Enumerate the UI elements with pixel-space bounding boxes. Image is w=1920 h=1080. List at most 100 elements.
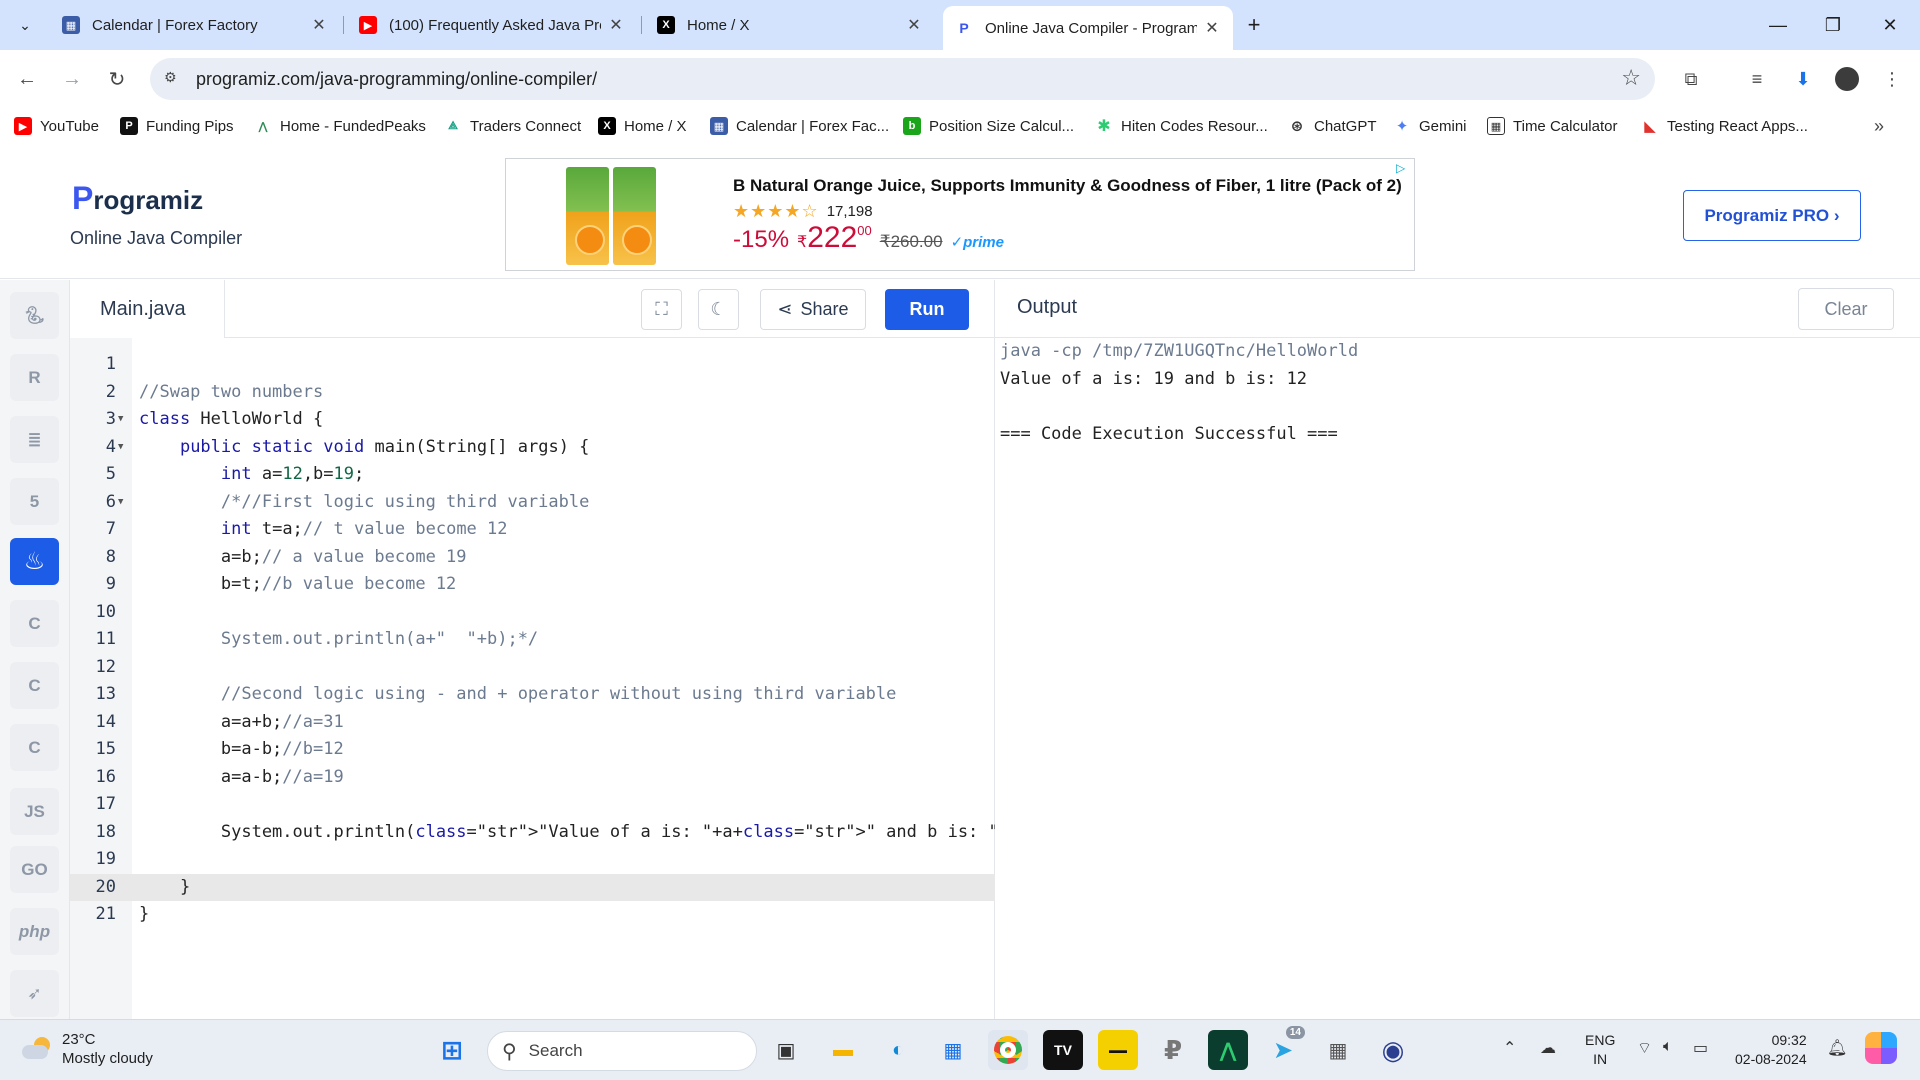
python-icon[interactable]: 🐍︎ xyxy=(10,292,59,339)
bookmark-chatgpt[interactable]: ⊛ ChatGPT xyxy=(1288,114,1377,138)
output-console[interactable]: java -cp /tmp/7ZW1UGQTnc/HelloWorld Value… xyxy=(1000,338,1358,448)
bookmark-testing-react[interactable]: ◣ Testing React Apps... xyxy=(1641,114,1808,138)
volume-icon[interactable]: 🔈︎ xyxy=(1663,1038,1673,1056)
js-icon[interactable]: JS xyxy=(10,788,59,835)
close-tab-icon[interactable]: ✕ xyxy=(607,15,625,35)
url-text[interactable]: programiz.com/java-programming/online-co… xyxy=(196,69,597,90)
bookmark-hiten-codes[interactable]: ✱ Hiten Codes Resour... xyxy=(1095,114,1268,138)
wifi-icon[interactable]: ⌔ xyxy=(1637,1038,1652,1058)
cpp-icon[interactable]: C xyxy=(10,662,59,709)
go-icon[interactable]: GO xyxy=(10,846,59,893)
code-line[interactable]: 12 xyxy=(70,654,995,682)
bookmark-x[interactable]: X Home / X xyxy=(598,114,687,138)
code-line[interactable]: 8 a=b;// a value become 19 xyxy=(70,544,995,572)
clear-button[interactable]: Clear xyxy=(1798,288,1894,330)
forward-icon[interactable]: → xyxy=(55,62,89,96)
tab-search-chevron-icon[interactable]: ⌄ xyxy=(10,10,40,40)
share-button[interactable]: ⋖ Share xyxy=(760,289,866,330)
sql-icon[interactable]: ≣ xyxy=(10,416,59,463)
close-tab-icon[interactable]: ✕ xyxy=(1203,18,1221,38)
weather-widget[interactable]: 23°C Mostly cloudy xyxy=(22,1030,153,1068)
file-tab[interactable]: Main.java xyxy=(70,280,225,338)
code-line[interactable]: 21} xyxy=(70,901,995,929)
programiz-pro-button[interactable]: Programiz PRO › xyxy=(1683,190,1861,241)
microsoft-store-icon[interactable]: ▦ xyxy=(933,1030,973,1070)
back-icon[interactable]: ← xyxy=(10,62,44,96)
advertisement-banner[interactable]: B Natural Orange Juice, Supports Immunit… xyxy=(505,158,1415,271)
run-button[interactable]: Run xyxy=(885,289,969,330)
dark-mode-icon[interactable]: ☾ xyxy=(698,289,739,330)
r-icon[interactable]: R xyxy=(10,354,59,401)
code-line[interactable]: 6 ▼ /*//First logic using third variable xyxy=(70,489,995,517)
code-line[interactable]: 5 int a=12,b=19; xyxy=(70,461,995,489)
c-icon[interactable]: C xyxy=(10,600,59,647)
close-tab-icon[interactable]: ✕ xyxy=(310,15,328,35)
csharp-icon[interactable]: C xyxy=(10,724,59,771)
bookmark-forex-factory[interactable]: ▦ Calendar | Forex Fac... xyxy=(710,114,889,138)
ad-choices-icon[interactable]: ▷ xyxy=(1396,161,1412,177)
notification-bell-icon[interactable]: 🔔︎ xyxy=(1827,1038,1847,1058)
code-line[interactable]: 7 int t=a;// t value become 12 xyxy=(70,516,995,544)
code-line[interactable]: 19 xyxy=(70,846,995,874)
code-line[interactable]: 20 } xyxy=(70,873,995,901)
address-bar[interactable]: ⚙ programiz.com/java-programming/online-… xyxy=(150,58,1655,100)
bookmark-youtube[interactable]: ▶ YouTube xyxy=(14,114,99,138)
reload-icon[interactable]: ↻ xyxy=(100,62,134,96)
bookmark-funding-pips[interactable]: P Funding Pips xyxy=(120,114,234,138)
fullscreen-icon[interactable]: ⛶ xyxy=(641,289,682,330)
code-editor[interactable]: 1 2//Swap two numbers 3 ▼ class HelloWorld {… xyxy=(70,351,1040,929)
code-line[interactable]: 15 b=a-b;//b=12 xyxy=(70,736,995,764)
code-line[interactable]: 18 System.out.println(class="str">"Value… xyxy=(70,819,1040,847)
avatar[interactable] xyxy=(1832,64,1862,94)
browser-tab[interactable]: ▦ Calendar | Forex Factory ✕ xyxy=(50,8,340,42)
edge-icon[interactable]: ◐ xyxy=(878,1030,918,1070)
task-view-icon[interactable]: ▣ xyxy=(766,1030,806,1070)
code-line[interactable]: 9 b=t;//b value become 12 xyxy=(70,571,995,599)
browser-menu-icon[interactable]: ⋮ xyxy=(1877,64,1907,94)
calculator-icon[interactable]: ▦ xyxy=(1318,1030,1358,1070)
taskbar-search[interactable]: ⚲ Search xyxy=(487,1031,757,1071)
file-explorer-icon[interactable]: ▬ xyxy=(823,1030,863,1070)
download-icon[interactable]: ⬇ xyxy=(1788,64,1818,94)
bookmark-star-icon[interactable]: ☆ xyxy=(1621,65,1641,91)
browser-tab-active[interactable]: P Online Java Compiler - Program ✕ xyxy=(943,6,1233,50)
restore-icon[interactable]: ❐ xyxy=(1813,8,1853,42)
code-line[interactable]: 11 System.out.println(a+" "+b);*/ xyxy=(70,626,995,654)
code-line[interactable]: 16 a=a-b;//a=19 xyxy=(70,764,995,792)
windows-start-icon[interactable]: ⊞ xyxy=(432,1030,472,1070)
code-line[interactable]: 4 ▼ public static void main(String[] args… xyxy=(70,434,995,462)
close-tab-icon[interactable]: ✕ xyxy=(905,15,923,35)
sticky-app-icon[interactable]: ▬▬ xyxy=(1098,1030,1138,1070)
bookmark-gemini[interactable]: ✦ Gemini xyxy=(1393,114,1467,138)
copilot-icon[interactable] xyxy=(1865,1032,1897,1064)
extensions-icon[interactable]: ⧉ xyxy=(1676,64,1706,94)
system-clock[interactable]: 09:32 02-08-2024 xyxy=(1735,1031,1807,1069)
programiz-logo[interactable]: Programiz xyxy=(72,180,203,217)
media-controls-icon[interactable]: ≡ xyxy=(1742,64,1772,94)
show-hidden-icons-icon[interactable]: ⌃ xyxy=(1503,1038,1516,1058)
bookmark-fundedpeaks[interactable]: ⋀ Home - FundedPeaks xyxy=(254,114,426,138)
bookmark-time-calculator[interactable]: ▦ Time Calculator xyxy=(1487,114,1617,138)
code-line[interactable]: 14 a=a+b;//a=31 xyxy=(70,709,995,737)
onedrive-icon[interactable]: ☁ xyxy=(1540,1038,1556,1058)
site-info-icon[interactable]: ⚙ xyxy=(164,69,184,89)
eclipse-icon[interactable]: ◉ xyxy=(1373,1030,1413,1070)
fold-arrow-icon[interactable]: ▼ xyxy=(118,489,123,517)
pips-app-icon[interactable]: ₽ xyxy=(1153,1030,1193,1070)
telegram-icon[interactable]: ➤ 14 xyxy=(1263,1026,1305,1070)
browser-tab[interactable]: X Home / X ✕ xyxy=(645,8,935,42)
code-line[interactable]: 1 xyxy=(70,351,995,379)
java-icon[interactable]: ♨ xyxy=(10,538,59,585)
close-window-icon[interactable]: ✕ xyxy=(1870,8,1910,42)
code-line[interactable]: 10 xyxy=(70,599,995,627)
code-line[interactable]: 13 //Second logic using - and + operator… xyxy=(70,681,995,709)
input-language-indicator[interactable]: ENG IN xyxy=(1585,1031,1615,1069)
battery-icon[interactable]: ▭ xyxy=(1693,1038,1708,1058)
new-tab-button[interactable]: + xyxy=(1240,12,1268,40)
bookmark-traders-connect[interactable]: ⟁ Traders Connect xyxy=(444,114,581,138)
browser-tab[interactable]: ▶ (100) Frequently Asked Java Pro ✕ xyxy=(347,8,637,42)
code-line[interactable]: 3 ▼ class HelloWorld { xyxy=(70,406,995,434)
trading-app-icon[interactable]: ⋀ xyxy=(1208,1030,1248,1070)
code-line[interactable]: 17 xyxy=(70,791,995,819)
php-icon[interactable]: php xyxy=(10,908,59,955)
